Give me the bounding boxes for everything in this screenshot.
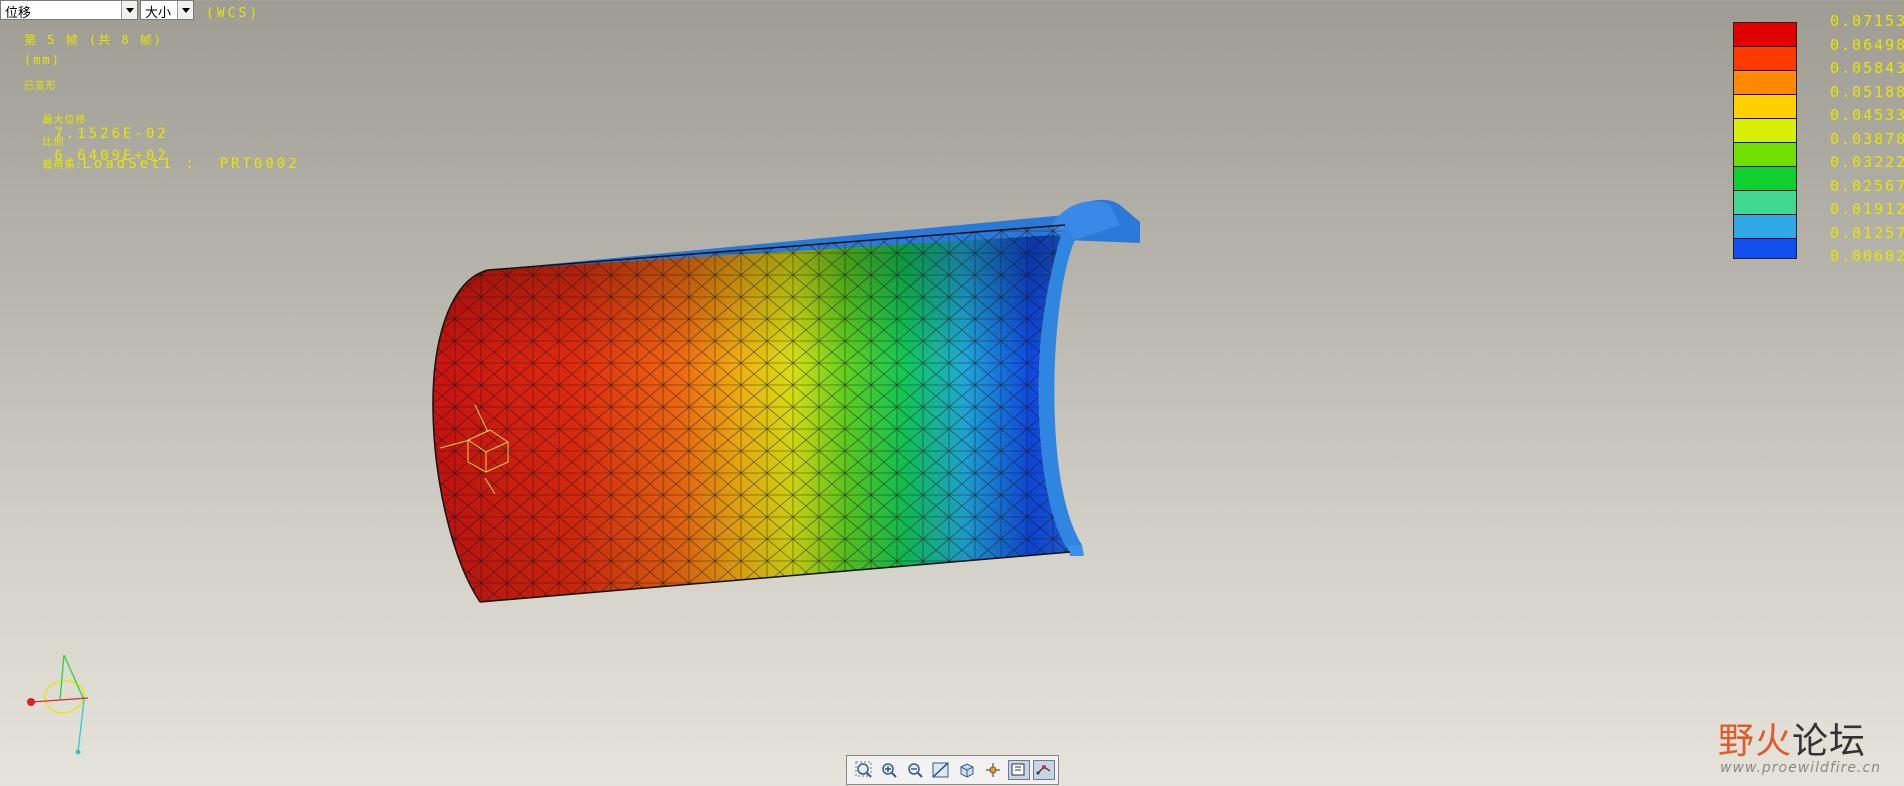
legend-swatch: [1734, 23, 1796, 47]
spin-center-icon[interactable]: [982, 760, 1004, 780]
legend-value: 0.06498: [1830, 36, 1904, 54]
legend-swatch: [1734, 95, 1796, 119]
legend-value: 0.04533: [1830, 106, 1904, 124]
repaint-icon[interactable]: [930, 760, 952, 780]
zoom-fit-icon[interactable]: [853, 760, 875, 780]
legend-value: 0.03222: [1830, 153, 1904, 171]
legend-swatch: [1734, 47, 1796, 71]
view-triad-icon: [27, 654, 89, 755]
watermark-title-red: 野火: [1718, 721, 1793, 762]
fringe-model-view[interactable]: [0, 0, 1904, 786]
watermark-title-dark: 论坛: [1792, 721, 1867, 762]
watermark-logo: 野火论坛 www.proewildfire.cn: [1718, 712, 1880, 776]
legend-swatch: [1734, 71, 1796, 95]
watermark-url: www.proewildfire.cn: [1720, 760, 1882, 776]
legend-swatch: [1734, 191, 1796, 215]
legend-value: 0.02567: [1830, 177, 1904, 195]
legend-value: 0.07153: [1830, 12, 1904, 30]
legend-swatch: [1734, 239, 1796, 258]
legend-value: 0.03878: [1830, 130, 1904, 148]
fringe-legend-bar: [1733, 22, 1797, 259]
zoom-in-icon[interactable]: [878, 760, 900, 780]
orient-icon[interactable]: [956, 760, 978, 780]
legend-swatch: [1734, 119, 1796, 143]
legend-swatch: [1734, 143, 1796, 167]
datum-display-icon[interactable]: [1033, 760, 1055, 780]
legend-value: 0.05843: [1830, 59, 1904, 77]
legend-value: 0.05188: [1830, 83, 1904, 101]
legend-swatch: [1734, 215, 1796, 239]
legend-value: 0.00602: [1830, 247, 1904, 265]
view-toolbar: [846, 755, 1059, 785]
legend-swatch: [1734, 167, 1796, 191]
zoom-out-icon[interactable]: [904, 760, 926, 780]
legend-value: 0.01912: [1830, 200, 1904, 218]
legend-value: 0.01257: [1830, 224, 1904, 242]
display-style-icon[interactable]: [1008, 760, 1030, 780]
